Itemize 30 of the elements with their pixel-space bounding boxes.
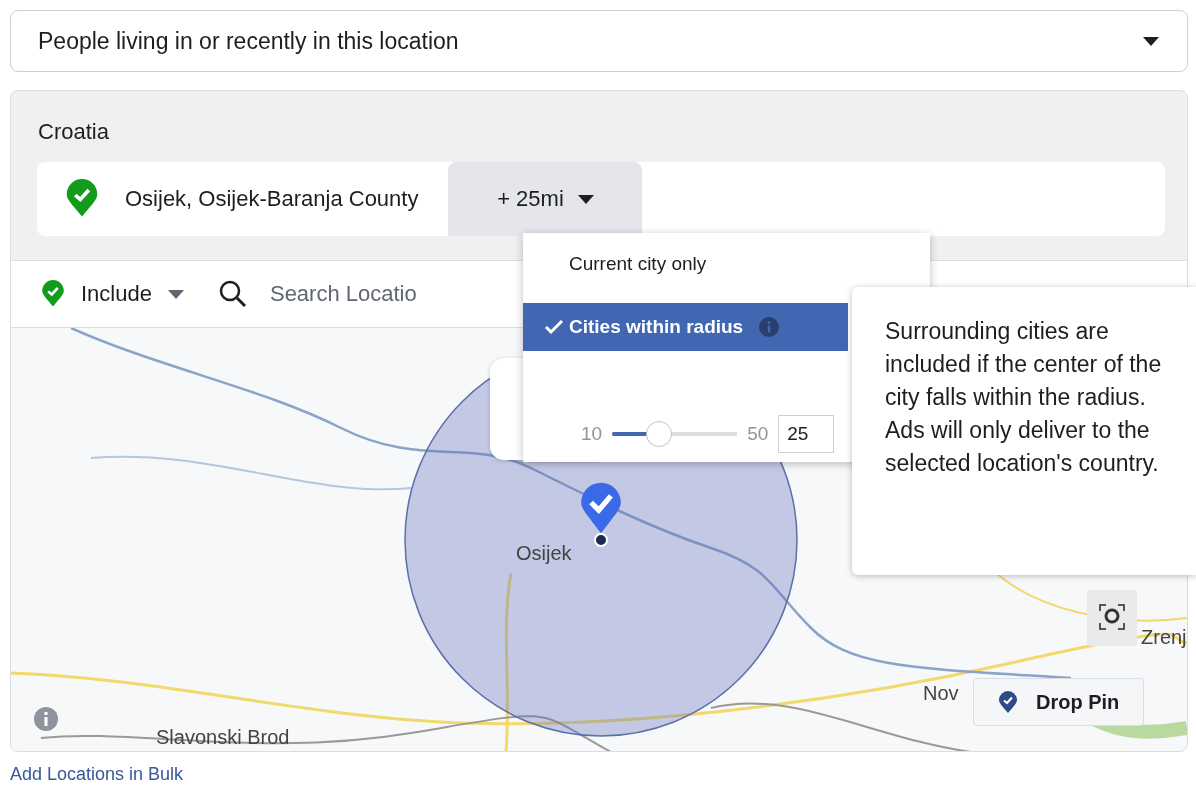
location-name: Osijek, Osijek-Baranja County xyxy=(125,186,419,212)
slider-thumb[interactable] xyxy=(646,421,672,447)
locate-icon xyxy=(1097,601,1127,632)
audience-select[interactable]: People living in or recently in this location xyxy=(10,10,1188,72)
radius-option[interactable]: Cities within radius xyxy=(523,303,848,351)
search-field[interactable]: Search Locatio xyxy=(267,280,492,308)
radius-dropdown[interactable]: + 25mi xyxy=(448,162,643,236)
map-label: Slavonski Brod xyxy=(156,726,290,749)
checkmark-icon xyxy=(545,319,563,335)
include-dropdown[interactable]: Include xyxy=(41,280,184,308)
slider-max-label: 50 xyxy=(747,423,769,445)
tooltip-text: Surrounding cities are included if the center of the city falls within the radius. Ads will only deliver to the selected location's country. xyxy=(885,317,1163,478)
map-pin-icon xyxy=(579,480,623,536)
info-icon xyxy=(33,706,59,732)
map-label: Osijek xyxy=(516,542,572,565)
country-label: Croatia xyxy=(37,118,110,146)
slider-min-label: 10 xyxy=(581,423,603,445)
radius-input[interactable]: 25 xyxy=(778,415,835,453)
pin-icon xyxy=(998,690,1018,714)
location-pin-icon xyxy=(41,280,65,308)
caret-icon xyxy=(167,289,184,299)
search-icon xyxy=(217,279,248,309)
caret-icon xyxy=(577,194,594,204)
location-pin-icon xyxy=(65,179,99,219)
map-label: Nov xyxy=(923,682,959,705)
caret-icon xyxy=(1143,36,1159,46)
drop-pin-button[interactable]: Drop Pin xyxy=(973,678,1145,726)
add-locations-bulk-link[interactable]: Add Locations in Bulk xyxy=(10,764,1196,785)
info-icon xyxy=(759,317,780,337)
locate-button[interactable] xyxy=(1087,590,1137,646)
